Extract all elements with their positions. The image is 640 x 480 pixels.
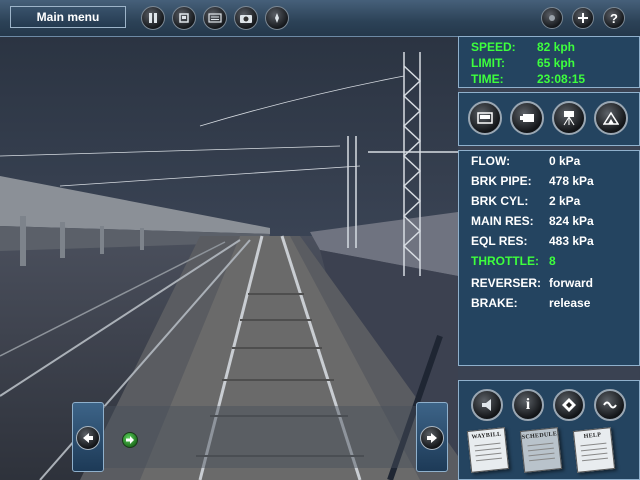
arrow-left-icon[interactable] — [76, 426, 100, 450]
info-label: BRK PIPE: — [471, 174, 532, 188]
top-toolbar: Main menu ? — [0, 0, 640, 37]
control-strip — [100, 406, 416, 468]
waybill-icon[interactable]: WAYBILL — [466, 427, 510, 473]
tools-panel: i WAYBILL SCHEDULE HELP — [458, 380, 640, 480]
info-value: 483 kPa — [549, 234, 594, 248]
info-label: BRAKE: — [471, 296, 518, 310]
compass-icon[interactable] — [265, 6, 289, 30]
arrow-right-icon[interactable] — [420, 426, 444, 450]
info-row-brake-cylinder: BRK CYL: 2 kPa — [471, 194, 580, 208]
pause-icon[interactable] — [141, 6, 165, 30]
trackside-view-icon[interactable] — [594, 101, 628, 135]
tripod-camera-icon[interactable] — [552, 101, 586, 135]
schedule-icon[interactable]: SCHEDULE — [519, 427, 563, 473]
info-label: EQL RES: — [471, 234, 528, 248]
limit-value: 65 kph — [537, 56, 576, 70]
bar-left-cap — [72, 402, 104, 472]
info-row-reverser: REVERSER: forward — [471, 276, 593, 290]
sound-icon[interactable] — [471, 389, 503, 421]
info-row-throttle: THROTTLE: 8 — [471, 254, 556, 268]
info-row-equalizing-reservoir: EQL RES: 483 kPa — [471, 234, 594, 248]
info-label: FLOW: — [471, 154, 511, 168]
coupling-icon[interactable] — [594, 389, 626, 421]
info-value: 2 kPa — [549, 194, 581, 208]
camera-icon[interactable] — [234, 6, 258, 30]
info-label: BRK CYL: — [471, 194, 529, 208]
time-value: 23:08:15 — [537, 72, 586, 86]
schedule-label: SCHEDULE — [521, 431, 558, 441]
camera-panel — [458, 92, 640, 146]
plus-icon[interactable] — [572, 7, 594, 29]
help-document-label: HELP — [583, 432, 602, 440]
train-info-panel: FLOW: 0 kPa BRK PIPE: 478 kPa BRK CYL: 2 kP… — [458, 150, 640, 366]
waybill-label: WAYBILL — [471, 431, 502, 441]
main-menu-button[interactable]: Main menu — [10, 6, 126, 28]
info-value: 478 kPa — [549, 174, 594, 188]
info-value: 8 — [549, 254, 556, 268]
info-value: forward — [549, 276, 594, 290]
speed-value: 82 kph — [537, 40, 576, 54]
info-value: release — [549, 296, 591, 310]
time-row: TIME: 23:08:15 — [471, 72, 585, 86]
status-panel: SPEED: 82 kph LIMIT: 65 kph TIME: 23:08:… — [458, 36, 640, 88]
green-arrow-icon[interactable] — [122, 432, 138, 448]
info-icon[interactable]: i — [512, 389, 544, 421]
info-row-brake: BRAKE: release — [471, 296, 590, 310]
time-label: TIME: — [471, 72, 504, 86]
limit-label: LIMIT: — [471, 56, 505, 70]
help-icon[interactable]: ? — [603, 7, 625, 29]
external-view-icon[interactable] — [510, 101, 544, 135]
info-row-flow: FLOW: 0 kPa — [471, 154, 580, 168]
speed-label: SPEED: — [471, 40, 516, 54]
switch-icon[interactable] — [553, 389, 585, 421]
info-value: 824 kPa — [549, 214, 594, 228]
stop-icon[interactable] — [172, 6, 196, 30]
dot-icon[interactable] — [541, 7, 563, 29]
bar-right-cap — [416, 402, 448, 472]
help-document-icon[interactable]: HELP — [572, 427, 616, 473]
keyboard-icon[interactable] — [203, 6, 227, 30]
info-label: THROTTLE: — [471, 254, 539, 268]
bottom-control-bar — [72, 402, 448, 474]
limit-row: LIMIT: 65 kph — [471, 56, 575, 70]
cab-view-icon[interactable] — [468, 101, 502, 135]
info-label: REVERSER: — [471, 276, 542, 290]
info-row-brake-pipe: BRK PIPE: 478 kPa — [471, 174, 594, 188]
info-label: MAIN RES: — [471, 214, 534, 228]
info-row-main-reservoir: MAIN RES: 824 kPa — [471, 214, 594, 228]
info-value: 0 kPa — [549, 154, 581, 168]
speed-row: SPEED: 82 kph — [471, 40, 575, 54]
